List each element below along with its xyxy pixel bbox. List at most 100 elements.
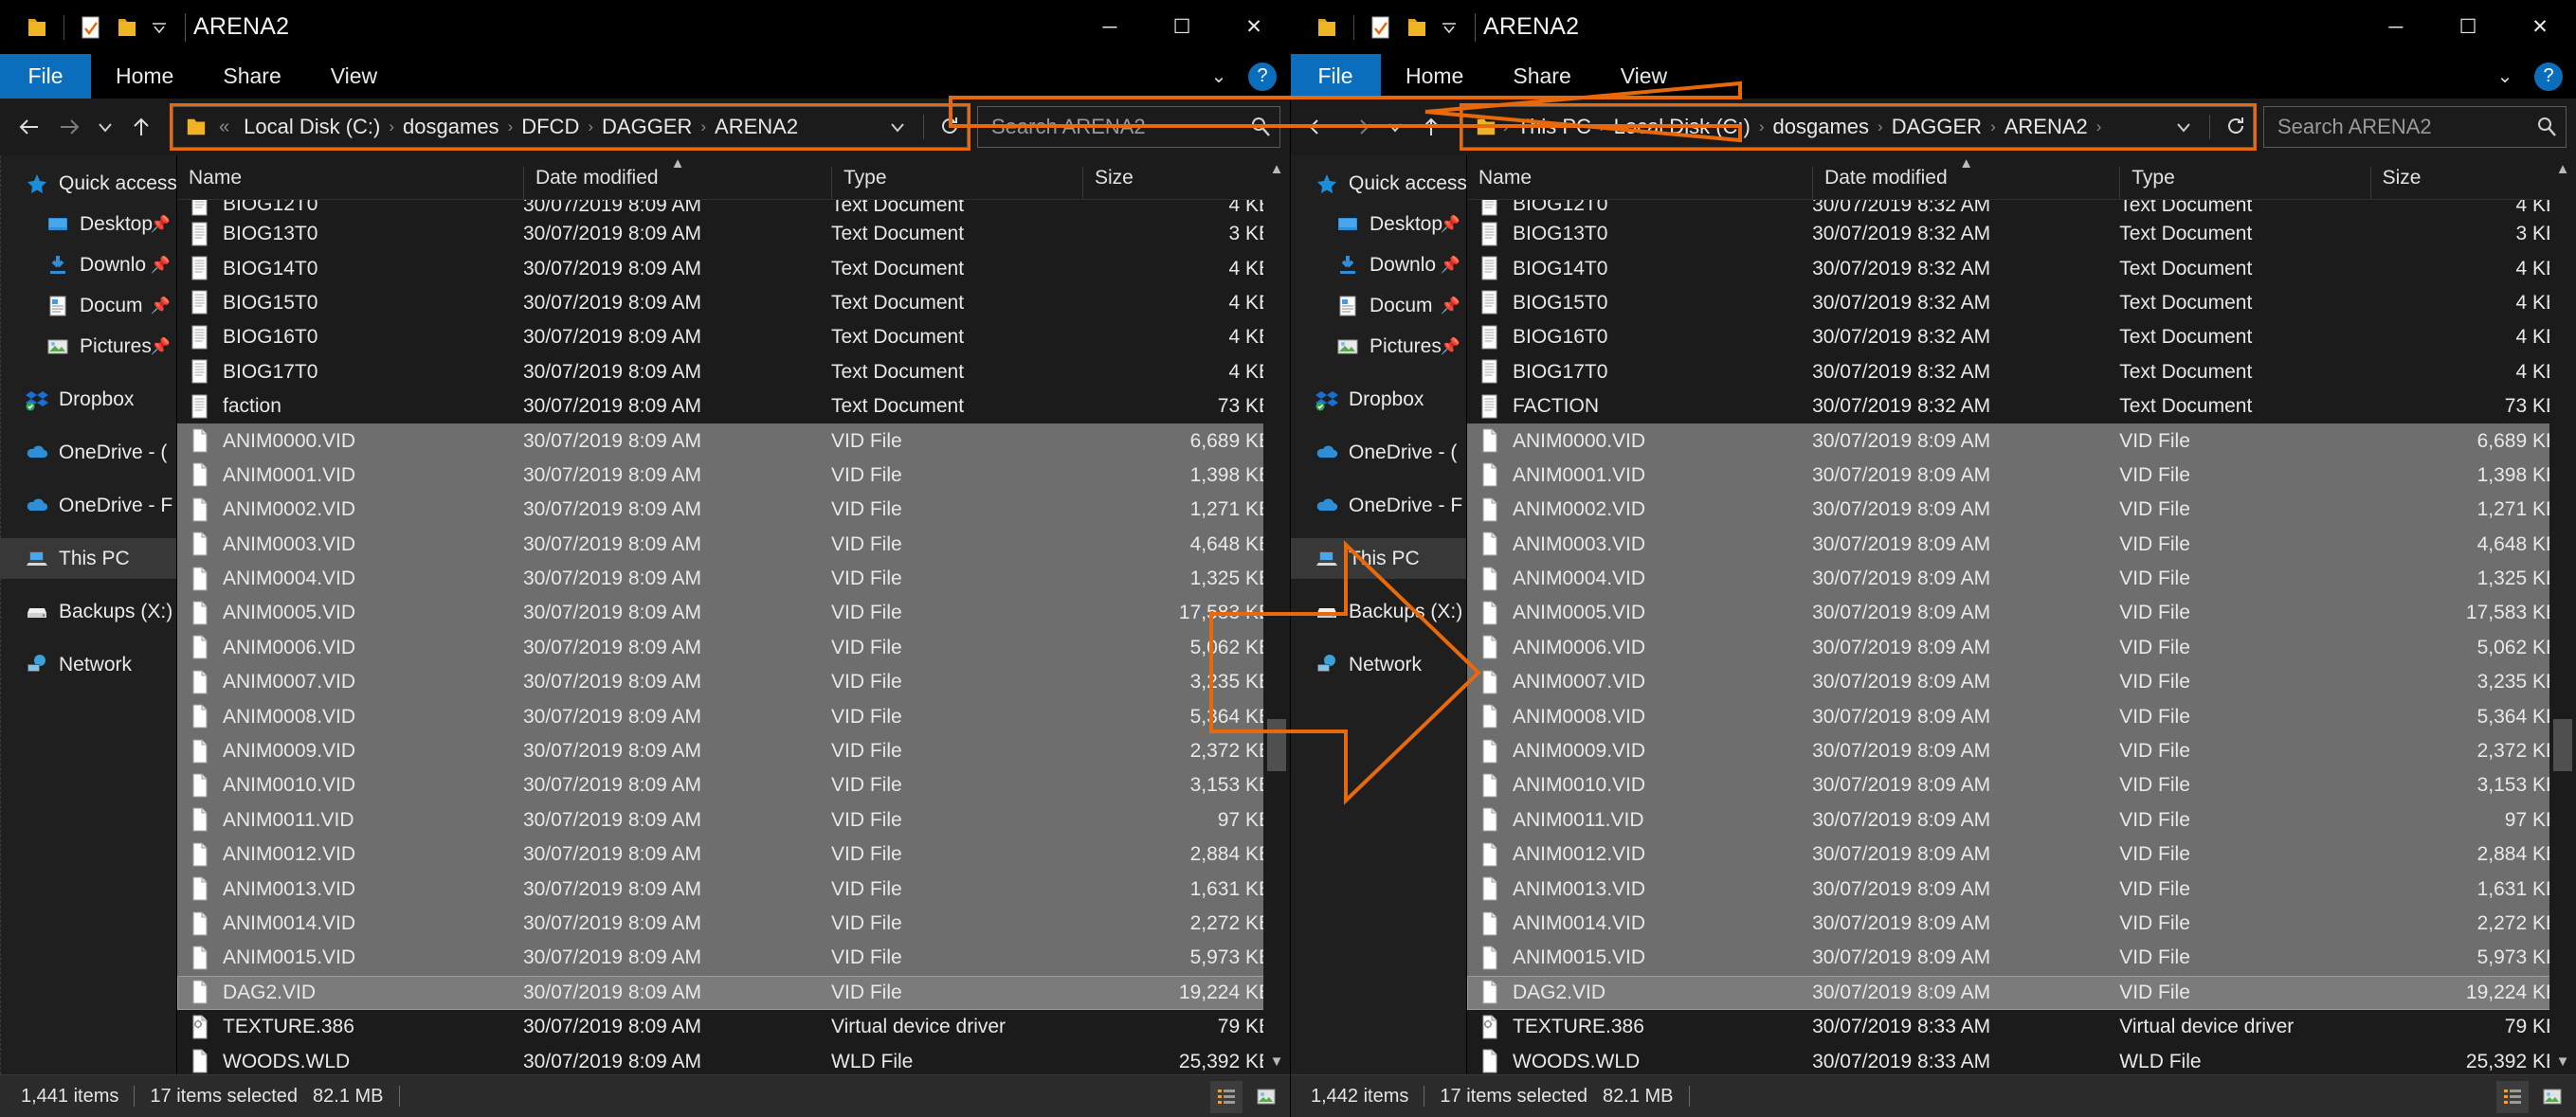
sidebar-item-onedrive-2[interactable]: OneDrive - F	[1290, 485, 1466, 526]
chevron-down-icon[interactable]: ⌄	[2489, 64, 2521, 88]
pin-icon[interactable]: 📌	[151, 215, 171, 234]
column-header-type[interactable]: Type	[831, 167, 1082, 199]
folder-icon[interactable]	[1309, 9, 1345, 45]
scrollbar-track[interactable]	[2549, 182, 2576, 1048]
sidebar-item-documents[interactable]: Docum 📌	[1290, 285, 1466, 326]
table-row[interactable]: ANIM0014.VID 30/07/2019 8:09 AM VID File 2,…	[177, 906, 1290, 942]
pin-icon[interactable]: 📌	[151, 337, 171, 356]
table-row[interactable]: DAG2.VID 30/07/2019 8:09 AM VID File 19,224…	[1467, 975, 2576, 1010]
table-row[interactable]: BIOG14T0 30/07/2019 8:32 AM Text Document 4…	[1467, 251, 2576, 285]
breadcrumb-item[interactable]: dosgames	[394, 115, 508, 139]
table-row[interactable]: ANIM0012.VID 30/07/2019 8:09 AM VID File 2,…	[1467, 838, 2576, 873]
column-header-name[interactable]: Name	[1467, 167, 1812, 199]
large-icons-view-icon[interactable]	[2536, 1081, 2568, 1113]
table-row[interactable]: BIOG15T0 30/07/2019 8:09 AM Text Document 4…	[177, 286, 1290, 320]
pin-icon[interactable]: 📌	[1441, 256, 1460, 275]
details-view-icon[interactable]	[1210, 1080, 1243, 1113]
breadcrumb-item[interactable]: Local Disk (C:)	[1605, 115, 1759, 139]
address-dropdown-icon[interactable]	[2167, 107, 2201, 147]
pin-icon[interactable]: 📌	[151, 297, 171, 315]
sidebar-item-documents[interactable]: Docum 📌	[0, 285, 176, 326]
sidebar-item-onedrive-1[interactable]: OneDrive - (	[0, 432, 176, 473]
chevron-right-icon[interactable]: ›	[2096, 117, 2102, 136]
search-icon[interactable]	[1242, 116, 1279, 138]
up-button[interactable]	[1411, 107, 1451, 147]
refresh-icon[interactable]	[933, 107, 967, 147]
table-row[interactable]: DAG2.VID 30/07/2019 8:09 AM VID File 19,224…	[177, 975, 1290, 1010]
search-box-left[interactable]	[977, 106, 1280, 148]
sidebar-item-onedrive-1[interactable]: OneDrive - (	[1290, 432, 1466, 473]
file-list-scrollbar-right[interactable]: ▲ ▼	[2549, 155, 2576, 1074]
breadcrumb-item[interactable]: DFCD	[513, 115, 588, 139]
column-header-name[interactable]: Name	[177, 167, 523, 199]
help-icon[interactable]: ?	[2534, 62, 2563, 91]
details-view-icon[interactable]	[2496, 1080, 2529, 1113]
table-row[interactable]: ANIM0006.VID 30/07/2019 8:09 AM VID File 5,…	[1467, 630, 2576, 666]
customize-caret-icon[interactable]	[1435, 9, 1463, 45]
close-button[interactable]: ✕	[2504, 0, 2576, 54]
search-box-right[interactable]	[2263, 106, 2567, 148]
table-row[interactable]: ANIM0013.VID 30/07/2019 8:09 AM VID File 1,…	[177, 872, 1290, 907]
scroll-up-button[interactable]: ▲	[1263, 155, 1290, 182]
breadcrumb-item[interactable]: DAGGER	[593, 115, 700, 139]
tab-view[interactable]: View	[1596, 54, 1692, 99]
table-row[interactable]: BIOG12T0 30/07/2019 8:09 AM Text Document 4…	[177, 200, 1290, 217]
table-row[interactable]: ANIM0002.VID 30/07/2019 8:09 AM VID File 1,…	[1467, 493, 2576, 528]
column-header-date-modified[interactable]: ▲ Date modified	[523, 155, 831, 199]
table-row[interactable]: ANIM0000.VID 30/07/2019 8:09 AM VID File 6,…	[1467, 423, 2576, 459]
table-row[interactable]: TEXTURE.386 30/07/2019 8:09 AM Virtual dev…	[177, 1010, 1290, 1044]
tab-share[interactable]: Share	[198, 54, 305, 99]
table-row[interactable]: BIOG17T0 30/07/2019 8:09 AM Text Document 4…	[177, 355, 1290, 389]
up-button[interactable]	[121, 107, 161, 147]
column-header-date-modified[interactable]: ▲ Date modified	[1812, 155, 2119, 199]
chevron-down-icon[interactable]: ⌄	[1203, 64, 1235, 88]
table-row[interactable]: ANIM0004.VID 30/07/2019 8:09 AM VID File 1,…	[177, 561, 1290, 597]
back-button[interactable]	[9, 107, 49, 147]
customize-caret-icon[interactable]	[145, 9, 173, 45]
table-row[interactable]: ANIM0014.VID 30/07/2019 8:09 AM VID File 2,…	[1467, 906, 2576, 942]
large-icons-view-icon[interactable]	[1250, 1081, 1282, 1113]
scrollbar-thumb[interactable]	[1267, 718, 1286, 771]
table-row[interactable]: BIOG16T0 30/07/2019 8:09 AM Text Document 4…	[177, 320, 1290, 354]
breadcrumb-item[interactable]: Local Disk (C:)	[235, 115, 389, 139]
sidebar-item-quick-access[interactable]: Quick access	[0, 163, 176, 204]
table-row[interactable]: TEXTURE.386 30/07/2019 8:33 AM Virtual dev…	[1467, 1010, 2576, 1044]
sidebar-item-desktop[interactable]: Desktop 📌	[0, 204, 176, 244]
table-row[interactable]: ANIM0015.VID 30/07/2019 8:09 AM VID File 5,…	[1467, 941, 2576, 976]
pin-icon[interactable]: 📌	[151, 256, 171, 275]
close-button[interactable]: ✕	[1218, 0, 1290, 54]
table-row[interactable]: ANIM0007.VID 30/07/2019 8:09 AM VID File 3,…	[1467, 665, 2576, 700]
table-row[interactable]: ANIM0001.VID 30/07/2019 8:09 AM VID File 1,…	[177, 458, 1290, 494]
sidebar-item-quick-access[interactable]: Quick access	[1290, 163, 1466, 204]
table-row[interactable]: ANIM0011.VID 30/07/2019 8:09 AM VID File 97…	[1467, 802, 2576, 838]
maximize-button[interactable]: ☐	[1146, 0, 1218, 54]
table-row[interactable]: ANIM0001.VID 30/07/2019 8:09 AM VID File 1,…	[1467, 458, 2576, 494]
breadcrumb-item[interactable]: dosgames	[1765, 115, 1878, 139]
table-row[interactable]: ANIM0011.VID 30/07/2019 8:09 AM VID File 97…	[177, 802, 1290, 838]
sidebar-item-network[interactable]: Network	[1290, 644, 1466, 685]
column-header-size[interactable]: Size	[2369, 167, 2576, 199]
table-row[interactable]: BIOG13T0 30/07/2019 8:32 AM Text Document 3…	[1467, 217, 2576, 251]
table-row[interactable]: ANIM0008.VID 30/07/2019 8:09 AM VID File 5,…	[177, 699, 1290, 734]
refresh-icon[interactable]	[2219, 107, 2253, 147]
table-row[interactable]: WOODS.WLD 30/07/2019 8:33 AM WLD File 25,39…	[1467, 1044, 2576, 1074]
address-bar-left[interactable]: « Local Disk (C:) › dosgames › DFCD › DA…	[170, 103, 971, 151]
tab-home[interactable]: Home	[91, 54, 198, 99]
sidebar-item-dropbox[interactable]: Dropbox	[0, 379, 176, 420]
table-row[interactable]: WOODS.WLD 30/07/2019 8:09 AM WLD File 25,39…	[177, 1044, 1290, 1074]
table-row[interactable]: ANIM0009.VID 30/07/2019 8:09 AM VID File 2,…	[177, 733, 1290, 769]
tab-file[interactable]: File	[0, 54, 91, 99]
recent-locations-button[interactable]	[1379, 107, 1411, 147]
sidebar-item-backups[interactable]: Backups (X:)	[1290, 591, 1466, 632]
table-row[interactable]: ANIM0013.VID 30/07/2019 8:09 AM VID File 1,…	[1467, 872, 2576, 907]
table-row[interactable]: BIOG17T0 30/07/2019 8:32 AM Text Document 4…	[1467, 355, 2576, 389]
sidebar-item-pictures[interactable]: Pictures 📌	[1290, 326, 1466, 367]
help-icon[interactable]: ?	[1248, 62, 1277, 91]
file-list-scrollbar-left[interactable]: ▲ ▼	[1263, 155, 1290, 1074]
column-header-type[interactable]: Type	[2119, 167, 2369, 199]
breadcrumb-item[interactable]: ARENA2	[1996, 115, 2096, 139]
scroll-down-button[interactable]: ▼	[2549, 1048, 2576, 1074]
minimize-button[interactable]: ─	[2360, 0, 2432, 54]
table-row[interactable]: BIOG14T0 30/07/2019 8:09 AM Text Document 4…	[177, 251, 1290, 285]
sidebar-item-downloads[interactable]: Downlo 📌	[1290, 244, 1466, 285]
